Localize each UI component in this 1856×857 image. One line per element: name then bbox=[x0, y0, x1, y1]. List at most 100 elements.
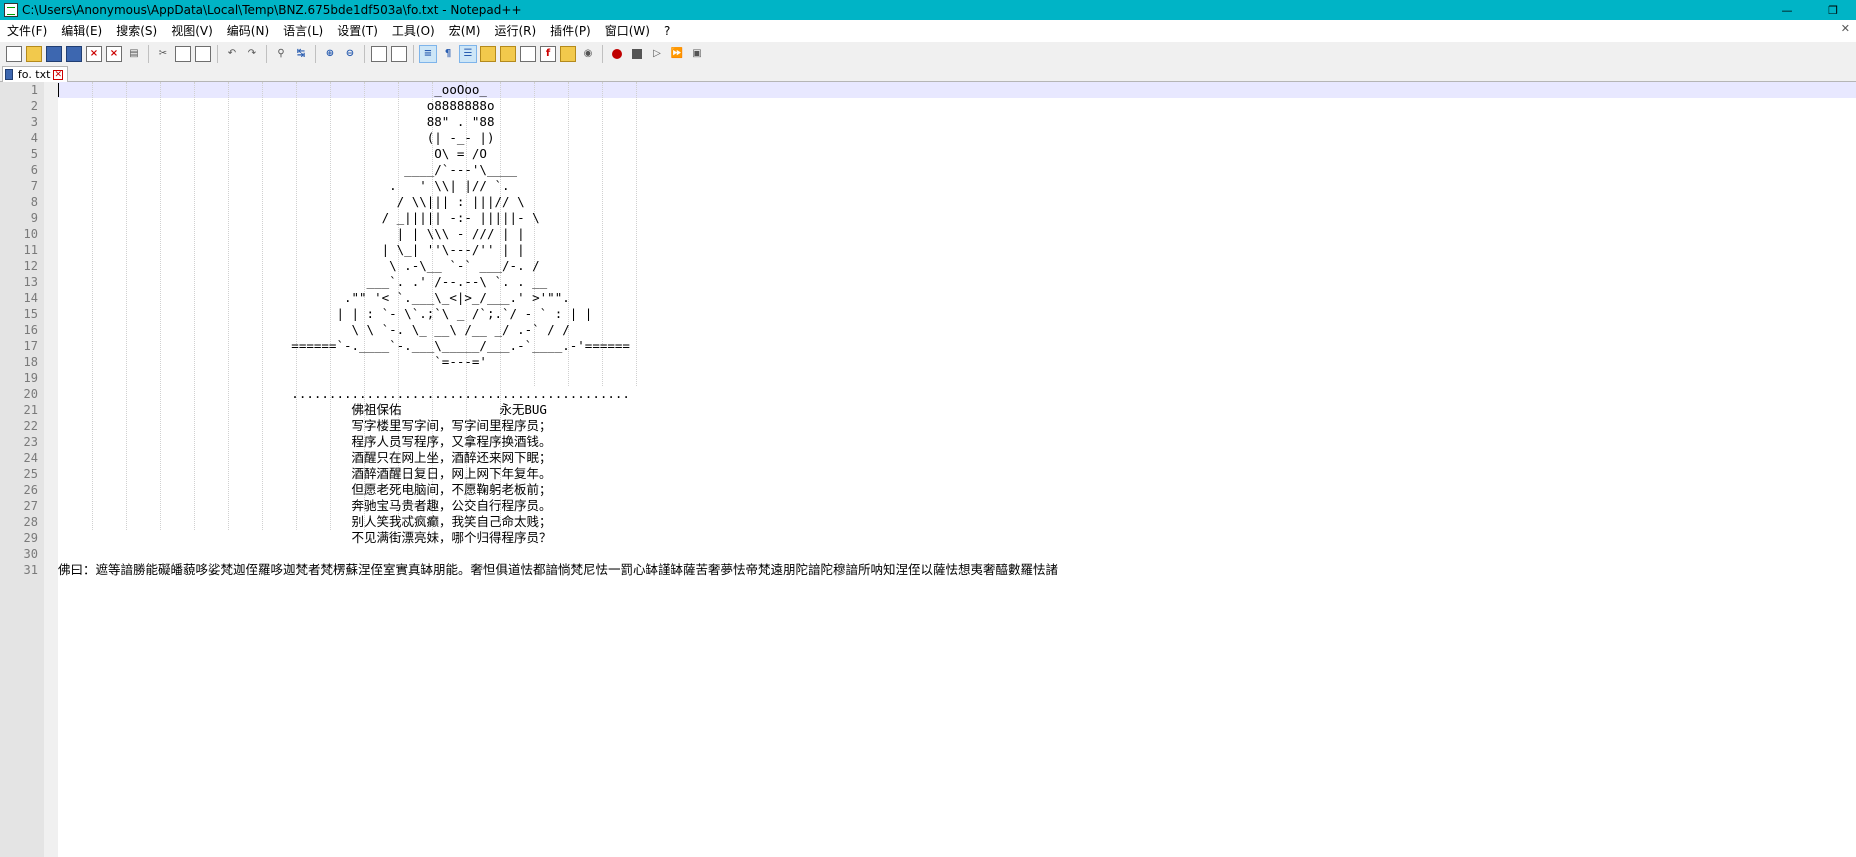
toolbar-separator bbox=[413, 45, 414, 63]
line-number: 13 bbox=[23, 275, 38, 289]
find-icon[interactable]: ⚲ bbox=[273, 46, 289, 62]
sync-vertical-icon[interactable] bbox=[371, 46, 387, 62]
replace-icon[interactable]: ↹ bbox=[293, 46, 309, 62]
line-number: 7 bbox=[30, 179, 38, 193]
menu-search[interactable]: 搜索(S) bbox=[109, 20, 164, 42]
text-line: ."" '< `.___\_<|>_/___.' >'"". bbox=[58, 290, 570, 305]
menu-language[interactable]: 语言(L) bbox=[276, 20, 330, 42]
copy-icon[interactable] bbox=[175, 46, 191, 62]
text-line: 不见满街漂亮妹，哪个归得程序员？ bbox=[58, 530, 552, 545]
minimize-icon: — bbox=[1781, 3, 1793, 17]
indent-guide-icon[interactable]: ☰ bbox=[459, 45, 477, 63]
menu-macro[interactable]: 宏(M) bbox=[442, 20, 488, 42]
text-caret bbox=[58, 83, 59, 97]
word-wrap-icon[interactable]: ≡ bbox=[419, 45, 437, 63]
print-icon[interactable]: ▤ bbox=[126, 46, 142, 62]
minimize-button[interactable]: — bbox=[1764, 0, 1810, 20]
text-line: ___`. .' /--.--\ `. . __ bbox=[58, 274, 548, 289]
line-number: 9 bbox=[30, 211, 38, 225]
indent-guide bbox=[636, 82, 637, 386]
menu-file[interactable]: 文件(F) bbox=[0, 20, 54, 42]
line-number: 28 bbox=[23, 515, 38, 529]
save-icon[interactable] bbox=[46, 46, 62, 62]
tab-fo-txt[interactable]: fo. txt ✕ bbox=[2, 66, 68, 82]
show-all-characters-icon[interactable]: ¶ bbox=[440, 46, 456, 62]
fold-margin bbox=[44, 82, 58, 857]
toolbar-separator bbox=[148, 45, 149, 63]
run-macro-multiple-icon[interactable]: ⏩ bbox=[669, 46, 685, 62]
menu-encoding[interactable]: 编码(N) bbox=[220, 20, 276, 42]
saved-file-icon bbox=[5, 69, 13, 80]
text-line: O\ = /O bbox=[58, 146, 487, 161]
stop-record-icon[interactable] bbox=[629, 46, 645, 62]
text-line: \ \ `-. \_ __\ /__ _/ .-` / / bbox=[58, 322, 570, 337]
monitoring-icon[interactable] bbox=[560, 46, 576, 62]
zoom-out-icon[interactable]: ⊖ bbox=[342, 46, 358, 62]
window-title: C:\Users\Anonymous\AppData\Local\Temp\BN… bbox=[22, 3, 522, 17]
menu-run[interactable]: 运行(R) bbox=[487, 20, 543, 42]
eye-icon[interactable]: ◉ bbox=[580, 46, 596, 62]
line-number: 31 bbox=[23, 563, 38, 577]
window-controls: — ❐ bbox=[1764, 0, 1856, 20]
tab-label: fo. txt bbox=[17, 68, 51, 81]
line-number: 27 bbox=[23, 499, 38, 513]
menu-edit[interactable]: 编辑(E) bbox=[54, 20, 109, 42]
text-line: | \_| ''\---/'' | | bbox=[58, 242, 525, 257]
line-number: 23 bbox=[23, 435, 38, 449]
restore-button[interactable]: ❐ bbox=[1810, 0, 1856, 20]
save-macro-icon[interactable]: ▣ bbox=[689, 46, 705, 62]
document-map-icon[interactable] bbox=[500, 46, 516, 62]
text-line: 奔驰宝马贵者趣，公交自行程序员。 bbox=[58, 498, 552, 513]
notepad-plus-plus-icon bbox=[4, 3, 18, 17]
line-number: 15 bbox=[23, 307, 38, 321]
record-macro-icon[interactable] bbox=[609, 46, 625, 62]
play-macro-icon[interactable]: ▷ bbox=[649, 46, 665, 62]
text-line: `=---=' bbox=[58, 354, 487, 369]
new-file-icon[interactable] bbox=[6, 46, 22, 62]
text-line: 酒醒只在网上坐，酒醉还来网下眠； bbox=[58, 450, 552, 465]
close-icon[interactable]: × bbox=[86, 46, 102, 62]
cut-icon[interactable]: ✂ bbox=[155, 46, 171, 62]
menu-tools[interactable]: 工具(O) bbox=[385, 20, 442, 42]
function-list-icon[interactable] bbox=[520, 46, 536, 62]
menu-plugins[interactable]: 插件(P) bbox=[543, 20, 598, 42]
line-number: 2 bbox=[30, 99, 38, 113]
menu-window[interactable]: 窗口(W) bbox=[598, 20, 657, 42]
title-bar: C:\Users\Anonymous\AppData\Local\Temp\BN… bbox=[0, 0, 1856, 20]
undo-icon[interactable]: ↶ bbox=[224, 46, 240, 62]
line-number: 8 bbox=[30, 195, 38, 209]
line-number: 6 bbox=[30, 163, 38, 177]
menu-view[interactable]: 视图(V) bbox=[164, 20, 220, 42]
text-line: / _||||| -:- |||||- \ bbox=[58, 210, 540, 225]
paste-icon[interactable] bbox=[195, 46, 211, 62]
redo-icon[interactable]: ↷ bbox=[244, 46, 260, 62]
text-line: ____/`---'\____ bbox=[58, 162, 518, 177]
text-line: 88" . "88 bbox=[58, 114, 495, 129]
text-line: ........................................… bbox=[58, 386, 630, 401]
editor[interactable]: 1 2 3 4 5 6 7 8 9 10 11 12 13 14 15 16 17 18 19 20 21 22 23 24 2… bbox=[0, 82, 1856, 857]
save-all-icon[interactable] bbox=[66, 46, 82, 62]
folder-as-workspace-icon[interactable]: f bbox=[540, 46, 556, 62]
text-line: 写字楼里写字间，写字间里程序员； bbox=[58, 418, 552, 433]
menu-settings[interactable]: 设置(T) bbox=[330, 20, 385, 42]
line-number: 30 bbox=[23, 547, 38, 561]
close-document-icon[interactable]: ✕ bbox=[1841, 22, 1850, 35]
zoom-in-icon[interactable]: ⊕ bbox=[322, 46, 338, 62]
line-number: 21 bbox=[23, 403, 38, 417]
toolbar-separator bbox=[364, 45, 365, 63]
line-number: 20 bbox=[23, 387, 38, 401]
line-number: 16 bbox=[23, 323, 38, 337]
line-number: 5 bbox=[30, 147, 38, 161]
text-line: . ' \\| |// `. bbox=[58, 178, 510, 193]
sync-horizontal-icon[interactable] bbox=[391, 46, 407, 62]
menu-help[interactable]: ? bbox=[657, 20, 677, 42]
user-language-icon[interactable] bbox=[480, 46, 496, 62]
open-file-icon[interactable] bbox=[26, 46, 42, 62]
toolbar-separator bbox=[266, 45, 267, 63]
tab-close-icon[interactable]: ✕ bbox=[53, 69, 63, 80]
close-all-icon[interactable]: × bbox=[106, 46, 122, 62]
text-line: | | \\\ - /// | | bbox=[58, 226, 525, 241]
text-line: 佛祖保佑 永无BUG bbox=[58, 402, 547, 417]
line-number: 3 bbox=[30, 115, 38, 129]
text-line: o8888888o bbox=[58, 98, 495, 113]
